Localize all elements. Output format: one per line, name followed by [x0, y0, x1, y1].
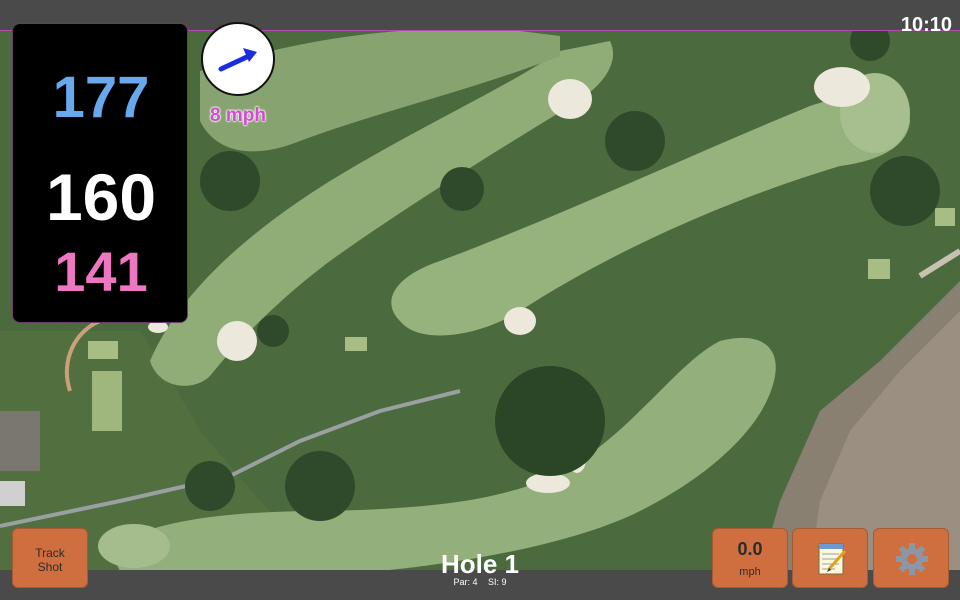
- wind-indicator: [201, 22, 275, 96]
- notepad-icon: [818, 543, 847, 575]
- wind-speed-label: 8 mph: [210, 105, 266, 126]
- speed-button[interactable]: 0.0 mph: [712, 528, 788, 588]
- distance-panel: 177 160 141: [12, 23, 188, 323]
- speed-value: 0.0: [737, 539, 763, 559]
- track-shot-label-line2: Shot: [37, 560, 63, 574]
- gear-icon: [896, 543, 928, 575]
- speed-unit: mph: [739, 566, 761, 578]
- notes-button[interactable]: [792, 528, 868, 588]
- hole-stroke-index: SI: 9: [488, 577, 507, 587]
- track-shot-label-line1: Track: [35, 546, 65, 560]
- status-clock: 10:10: [900, 14, 952, 36]
- front-distance: 141: [54, 240, 148, 303]
- middle-distance: 160: [45, 160, 157, 234]
- settings-button[interactable]: [873, 528, 949, 588]
- hole-meta: Par: 4 SI: 9: [380, 577, 580, 587]
- track-shot-button[interactable]: Track Shot: [12, 528, 88, 588]
- wind-arrow-icon: [218, 48, 257, 72]
- hole-title: Hole 1: [440, 549, 520, 579]
- back-distance: 177: [52, 65, 150, 130]
- hole-par: Par: 4: [453, 577, 478, 587]
